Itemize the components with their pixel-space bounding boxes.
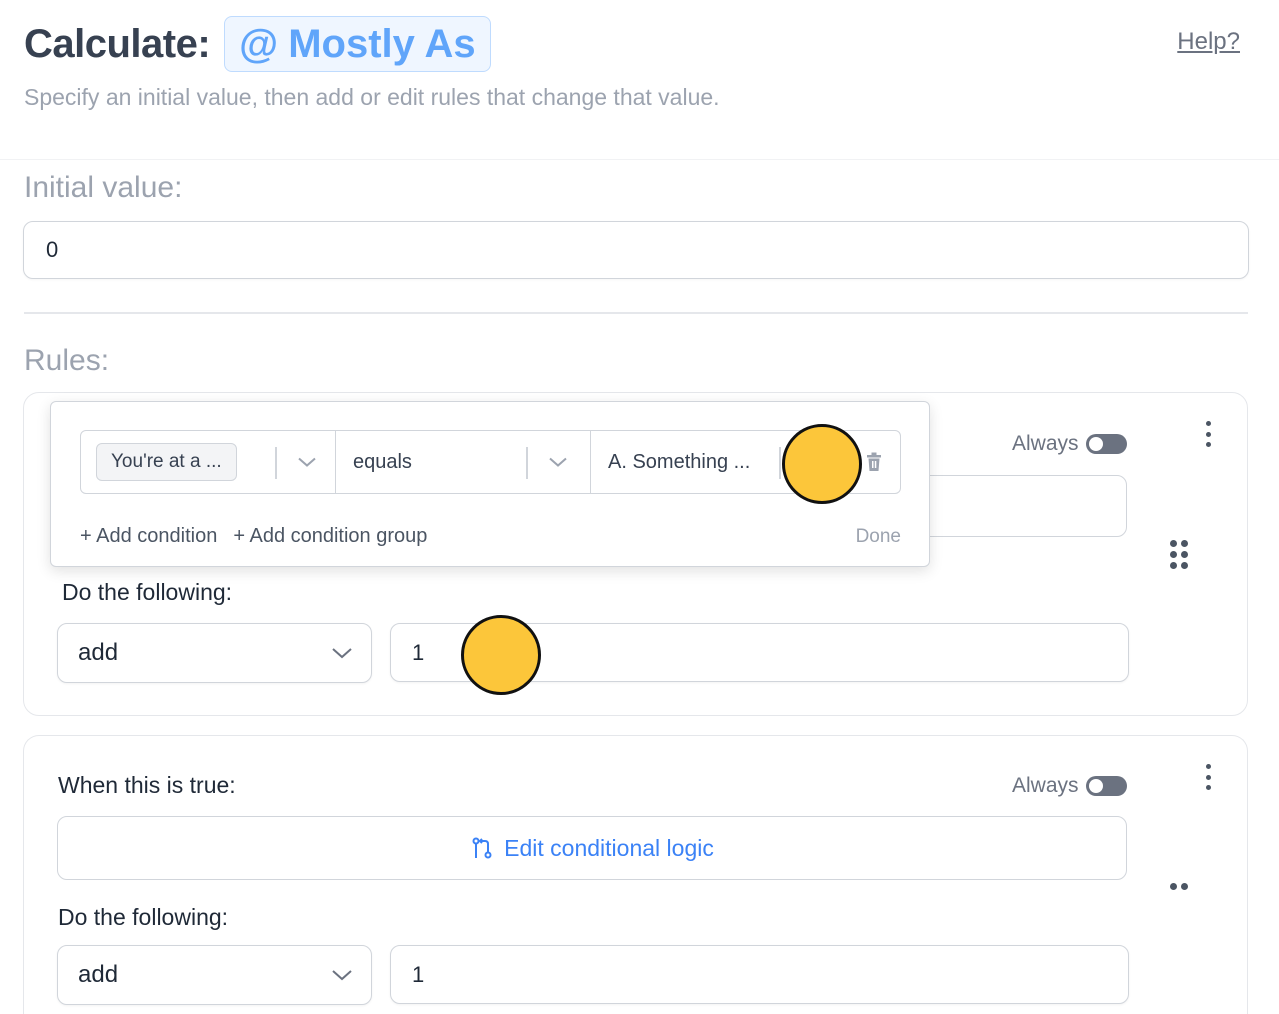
title-row: Calculate: @ Mostly As	[24, 16, 491, 72]
always-toggle-group: Always	[1012, 432, 1127, 456]
always-label: Always	[1012, 432, 1079, 455]
rule-menu-icon[interactable]	[1205, 764, 1211, 790]
question-select[interactable]: You're at a ...	[81, 431, 336, 493]
divider	[24, 312, 1248, 314]
rule-card-2: When this is true: Always Edit condition…	[23, 735, 1248, 1014]
when-true-label: When this is true:	[58, 772, 236, 798]
branch-icon	[472, 837, 492, 859]
variable-name: Mostly As	[288, 21, 476, 66]
page-subtitle: Specify an initial value, then add or ed…	[24, 84, 720, 110]
popover-actions: + Add condition + Add condition group	[80, 525, 427, 548]
edit-logic-label: Edit conditional logic	[504, 834, 714, 861]
chevron-down-icon	[332, 970, 352, 981]
operation-value: add	[78, 961, 119, 988]
chevron-down-icon	[549, 457, 567, 467]
page-title: Calculate:	[24, 21, 211, 66]
answer-value: A. Something ...	[608, 450, 751, 473]
operator-value: equals	[353, 450, 412, 473]
separator	[275, 447, 277, 479]
separator	[526, 447, 528, 479]
condition-row: You're at a ... equals A. Something ...	[80, 430, 901, 494]
do-following-label: Do the following:	[58, 904, 229, 930]
rules-label: Rules:	[24, 344, 110, 377]
always-toggle-group: Always	[1012, 774, 1127, 798]
always-label: Always	[1012, 774, 1079, 797]
operation-select[interactable]: add	[57, 945, 372, 1005]
operation-value: add	[78, 639, 119, 666]
amount-input[interactable]: 1	[390, 945, 1129, 1004]
click-marker	[782, 424, 862, 504]
initial-value-label: Initial value:	[24, 171, 183, 204]
separator	[779, 447, 781, 479]
add-condition-button[interactable]: + Add condition	[80, 525, 217, 548]
add-condition-group-button[interactable]: + Add condition group	[233, 525, 427, 548]
trash-icon[interactable]	[866, 452, 882, 472]
drag-handle-icon[interactable]	[1170, 540, 1188, 569]
click-marker	[461, 615, 541, 695]
edit-conditional-logic-button[interactable]: Edit conditional logic	[57, 816, 1127, 880]
question-chip[interactable]: You're at a ...	[96, 443, 237, 481]
always-toggle[interactable]	[1085, 434, 1127, 454]
operator-select[interactable]: equals	[336, 431, 591, 493]
chevron-down-icon	[332, 648, 352, 659]
at-icon: @	[239, 21, 279, 66]
rule-menu-icon[interactable]	[1205, 421, 1211, 447]
chevron-down-icon	[298, 457, 316, 467]
do-following-label: Do the following:	[62, 579, 233, 605]
page-header: Calculate: @ Mostly As Help? Specify an …	[0, 0, 1279, 160]
always-toggle[interactable]	[1085, 776, 1127, 796]
drag-handle-icon[interactable]	[1170, 883, 1188, 890]
edit-logic-link: Edit conditional logic	[470, 835, 714, 862]
operation-select[interactable]: add	[57, 623, 372, 683]
variable-pill[interactable]: @ Mostly As	[224, 16, 491, 72]
initial-value-input[interactable]: 0	[23, 221, 1249, 279]
done-button[interactable]: Done	[856, 526, 901, 548]
help-link[interactable]: Help?	[1177, 28, 1240, 56]
